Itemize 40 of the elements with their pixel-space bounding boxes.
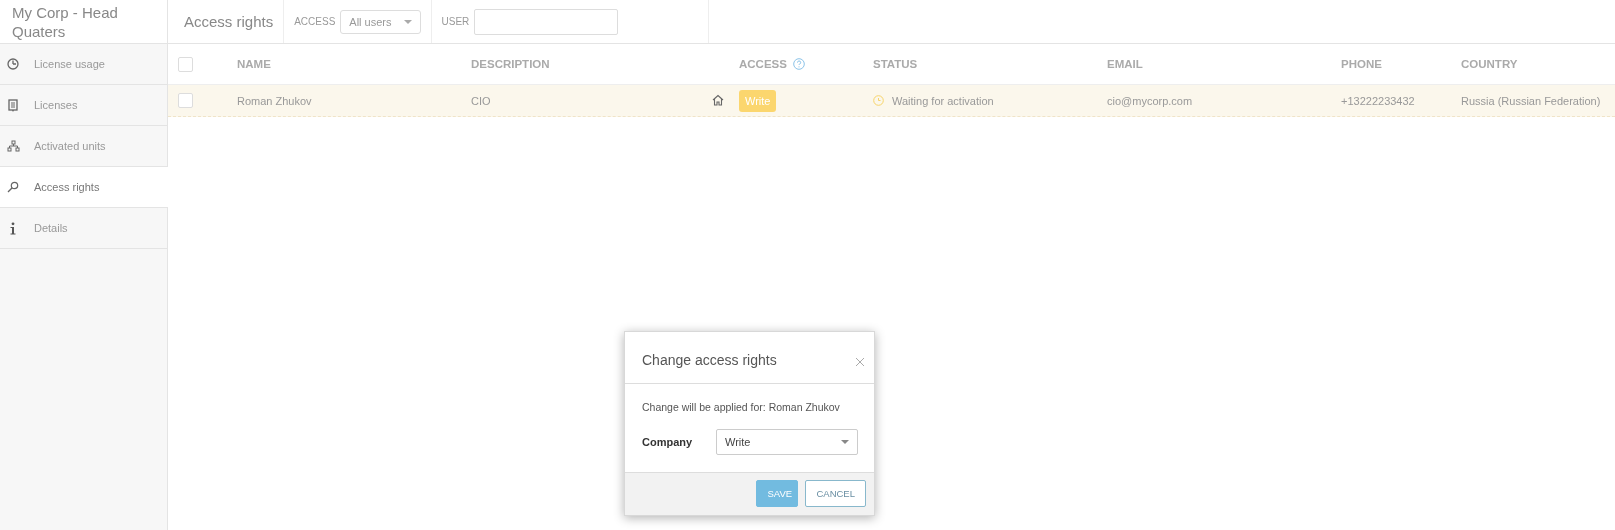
column-header[interactable]: NAME <box>237 58 271 70</box>
dialog-message: Change will be applied for: Roman Zhukov <box>642 401 841 413</box>
access-dropdown[interactable]: All users <box>340 9 421 34</box>
table-cell-text: Roman Zhukov <box>237 94 313 107</box>
table-cell-text: CIO <box>471 94 492 107</box>
user-field[interactable] <box>474 8 619 35</box>
filter-label: ACCESS <box>294 16 336 27</box>
page-title: Access rights <box>168 0 285 43</box>
cancel-button[interactable]: CANCEL <box>805 480 866 507</box>
column-header[interactable]: ACCESS <box>739 58 787 70</box>
document-icon <box>8 98 18 112</box>
save-button[interactable]: SAVE <box>756 480 799 507</box>
column-header[interactable]: DESCRIPTION <box>471 58 550 70</box>
table-cell-text: +13222233432 <box>1341 94 1416 107</box>
help-icon[interactable] <box>792 58 805 70</box>
sidebar-item[interactable]: Details <box>0 208 167 249</box>
column-header[interactable]: EMAIL <box>1107 58 1143 70</box>
key-icon <box>7 181 19 193</box>
sidebar-item[interactable]: Access rights <box>0 167 168 208</box>
company-title: My Corp - Head Quaters <box>0 0 167 44</box>
dialog-title: Change access rights <box>642 352 777 370</box>
table-cell-text: cio@mycorp.com <box>1107 94 1194 107</box>
status-text: Waiting for activation <box>892 94 994 107</box>
column-header[interactable]: COUNTRY <box>1461 58 1518 70</box>
filter-label: USER <box>441 16 470 27</box>
sidebar-item[interactable]: Licenses <box>0 85 167 126</box>
close-icon[interactable] <box>855 357 865 367</box>
clock-icon <box>7 58 19 70</box>
info-icon <box>9 221 17 235</box>
hierarchy-icon <box>6 140 20 152</box>
company-dropdown[interactable]: Write <box>716 429 858 455</box>
column-header[interactable]: STATUS <box>873 58 918 70</box>
table-cell-text: Russia (Russian Federation) <box>1461 94 1602 107</box>
row-checkbox[interactable] <box>178 93 193 108</box>
clock-icon <box>873 95 884 106</box>
select-all-checkbox[interactable] <box>178 56 193 72</box>
column-header[interactable]: PHONE <box>1341 58 1382 70</box>
sidebar-item[interactable]: License usage <box>0 44 167 85</box>
access-badge: Write <box>739 89 777 112</box>
field-label: Company <box>642 436 694 448</box>
